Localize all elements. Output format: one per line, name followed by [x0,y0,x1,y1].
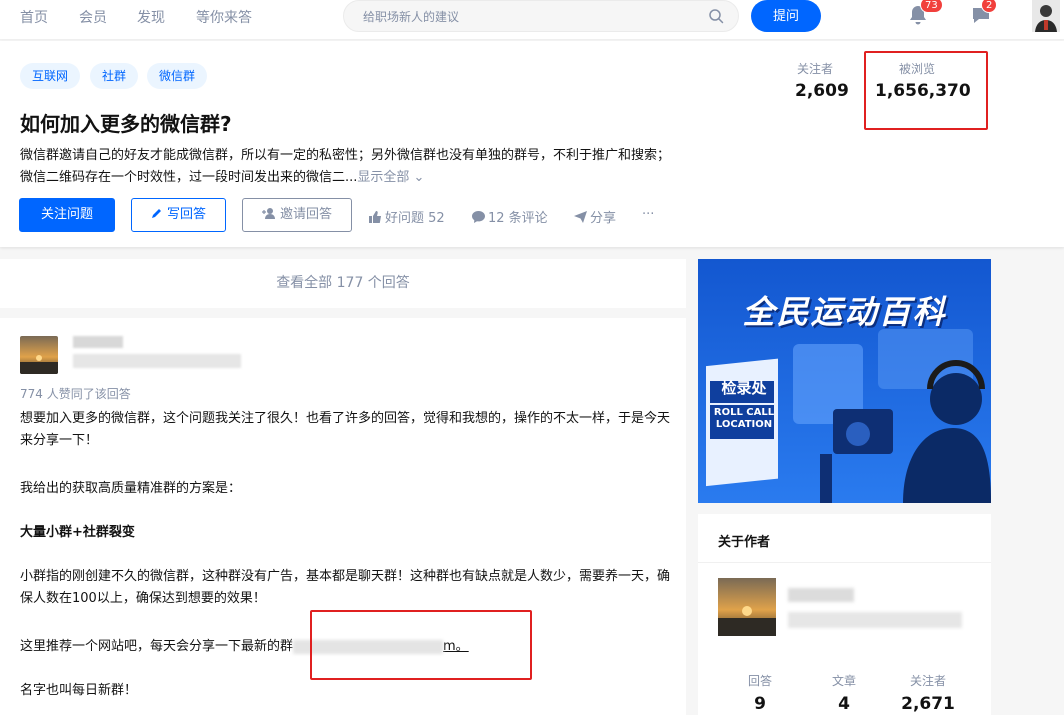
view-all-answers-link[interactable]: 查看全部 177 个回答 [0,259,686,308]
share-icon [574,211,587,223]
banner-sign-en: ROLL CALL LOCATION [712,407,776,431]
author-followers-count[interactable]: 2,671 [898,694,958,714]
divider [698,562,991,563]
banner-sign-en-line: ROLL CALL [713,407,775,418]
add-user-icon [261,208,275,219]
good-question-label: 好问题 52 [385,211,445,226]
nav-waiting-answers[interactable]: 等你来答 [196,7,252,27]
answer-subheading: 大量小群+社群裂变 [20,525,135,540]
question-description: 微信群邀请自己的好友才能成微信群，所以有一定的私密性；另外微信群也没有单独的群号… [20,145,680,189]
sports-encyclopedia-banner[interactable]: 全民运动百科 检录处 ROLL CALL LOCATION [698,259,991,503]
answer-paragraph: 我给出的获取高质量精准群的方案是： [20,481,242,496]
author-articles-count[interactable]: 4 [814,694,874,714]
author-headline-blurred [788,612,962,628]
topic-tag[interactable]: 互联网 [20,63,81,89]
upvote-count: 774 人赞同了该回答 [20,387,131,401]
highlight-box-link [310,610,532,680]
question-title: 如何加入更多的微信群? [20,112,232,136]
answer-paragraph-text: 这里推荐一个网站吧，每天会分享一下最新的群 [20,639,294,654]
good-question-button[interactable]: 好问题 52 [369,207,445,226]
banner-sign-en-line: LOCATION [715,419,773,430]
invite-answer-button[interactable]: 邀请回答 [242,198,352,232]
highlight-box-views [864,51,988,130]
top-navbar: 首页 会员 发现 等你来答 给职场新人的建议 提问 73 2 [0,0,1064,40]
author-articles-label: 文章 [831,674,856,688]
author-headline-blurred [73,354,241,368]
write-answer-label: 写回答 [166,207,206,222]
notifications-button[interactable]: 73 [906,0,943,27]
share-button[interactable]: 分享 [574,207,616,226]
search-icon[interactable] [708,8,724,24]
nav-discover[interactable]: 发现 [137,7,165,27]
about-author-title: 关于作者 [718,535,771,550]
search-placeholder: 给职场新人的建议 [363,10,460,24]
thumbs-up-icon [369,211,381,223]
invite-answer-label: 邀请回答 [279,207,332,222]
pencil-icon [151,209,161,218]
more-actions-button[interactable]: ··· [642,207,654,222]
author-answers-count[interactable]: 9 [730,694,790,714]
messages-button[interactable]: 2 [969,0,998,27]
author-name-blurred [788,588,854,602]
nav-membership[interactable]: 会员 [79,7,107,27]
topic-tag[interactable]: 社群 [90,63,139,89]
nav-home[interactable]: 首页 [20,7,48,27]
write-answer-button[interactable]: 写回答 [131,198,226,232]
comments-label: 12 条评论 [488,211,548,226]
about-author-card: 关于作者 回答 9 文章 4 关注者 2,671 [698,514,991,715]
answer-paragraph: 名字也叫每日新群！ [20,683,138,698]
answer-paragraph: 小群指的刚创建不久的微信群，这种群没有广告，基本都是聊天群！这种群也有缺点就是人… [20,569,671,606]
comment-icon [472,211,485,223]
notification-badge: 73 [920,0,943,13]
user-avatar[interactable] [1032,0,1060,32]
author-followers-label: 关注者 [909,674,946,688]
question-description-text: 微信群邀请自己的好友才能成微信群，所以有一定的私密性；另外微信群也没有单独的群号… [20,148,671,185]
author-avatar[interactable] [718,578,776,636]
answer-paragraph: 想要加入更多的微信群，这个问题我关注了很久！也看了许多的回答，觉得和我想的，操作… [20,411,671,448]
comments-button[interactable]: 12 条评论 [472,207,548,226]
author-answers-label: 回答 [747,674,772,688]
follow-question-button[interactable]: 关注问题 [19,198,115,232]
followers-label: 关注者 [797,62,834,76]
show-all-link[interactable]: 显示全部 ⌄ [357,170,424,185]
banner-title: 全民运动百科 [742,293,947,331]
topic-tag[interactable]: 微信群 [147,63,208,89]
share-label: 分享 [590,211,617,226]
ask-button[interactable]: 提问 [751,0,821,32]
author-avatar[interactable] [20,336,58,374]
search-input[interactable]: 给职场新人的建议 [343,0,739,32]
banner-sign-cn: 检录处 [721,379,767,397]
message-badge: 2 [981,0,998,13]
followers-count: 2,609 [795,81,849,101]
author-name-blurred [73,336,123,348]
